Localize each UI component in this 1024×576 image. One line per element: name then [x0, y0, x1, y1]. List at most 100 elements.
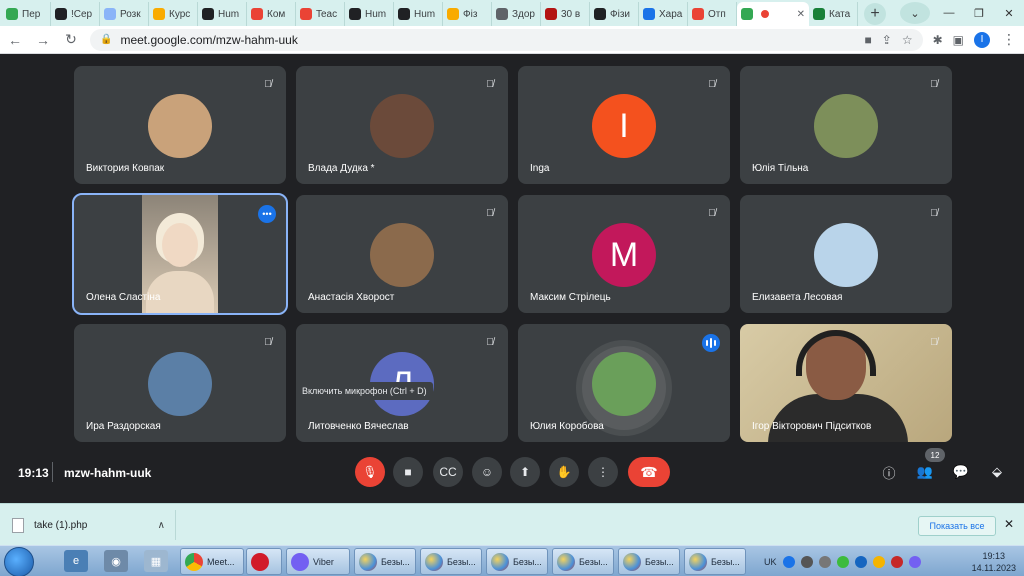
- close-tab-icon[interactable]: ✕: [797, 9, 805, 20]
- browser-tab[interactable]: !Сер: [51, 2, 100, 26]
- start-button[interactable]: [4, 547, 34, 576]
- new-tab-button[interactable]: +: [864, 3, 886, 25]
- browser-tab[interactable]: Курс: [149, 2, 198, 26]
- participant-tile[interactable]: 🎙̸ Ігор Вікторович Підситков: [740, 324, 952, 442]
- tab-label: Teac: [316, 8, 338, 20]
- taskbar-paint-window[interactable]: Безы...: [420, 548, 482, 575]
- participant-name: Юлия Коробова: [530, 421, 604, 432]
- download-item[interactable]: take (1).php ∧: [12, 510, 176, 540]
- tray-viber-icon[interactable]: [908, 555, 921, 568]
- taskbar-paint-window[interactable]: Безы...: [354, 548, 416, 575]
- tab-label: Ката: [829, 8, 851, 20]
- participant-tile[interactable]: ••• Олена Сластіна: [72, 193, 288, 315]
- present-button[interactable]: ⬆: [510, 457, 540, 487]
- close-icon[interactable]: ✕: [1004, 517, 1014, 531]
- browser-tab[interactable]: Здор: [492, 2, 541, 26]
- browser-tab[interactable]: Розк: [100, 2, 149, 26]
- leave-call-button[interactable]: ☎: [628, 457, 670, 487]
- reload-icon[interactable]: ↻: [62, 31, 80, 48]
- browser-tab[interactable]: Teac: [296, 2, 345, 26]
- paint-icon: [425, 552, 443, 571]
- ie-icon[interactable]: e: [64, 550, 88, 572]
- participant-tile[interactable]: I 🎙̸ Inga: [518, 66, 730, 184]
- captions-button[interactable]: CC: [433, 457, 463, 487]
- participant-name: Литовченко Вячеслав: [308, 421, 409, 432]
- taskbar-opera[interactable]: [246, 548, 282, 575]
- participant-name: Виктория Ковпак: [86, 163, 165, 174]
- taskbar-viber-label: Viber: [313, 556, 334, 567]
- raise-hand-button[interactable]: ✋: [549, 457, 579, 487]
- extensions-icon[interactable]: ✱: [933, 33, 943, 47]
- info-icon[interactable]: ⓘ: [880, 463, 898, 481]
- browser-tab[interactable]: Hum: [345, 2, 394, 26]
- browser-tab[interactable]: Ком: [247, 2, 296, 26]
- menu-kebab-icon[interactable]: ⋮: [1000, 31, 1018, 48]
- minimize-icon[interactable]: —: [934, 7, 964, 19]
- favicon-icon: [251, 8, 263, 20]
- participant-tile[interactable]: 🎙̸ Елизавета Лесовая: [740, 195, 952, 313]
- taskbar-paint-window[interactable]: Безы...: [552, 548, 614, 575]
- browser-tab[interactable]: Хара: [639, 2, 688, 26]
- profile-avatar[interactable]: I: [974, 31, 990, 48]
- tray-app-icon[interactable]: [836, 555, 849, 568]
- system-clock[interactable]: 19:13 14.11.2023: [972, 550, 1016, 574]
- camera-button[interactable]: ■: [393, 457, 423, 487]
- browser-tab[interactable]: Фіз: [443, 2, 492, 26]
- browser-tab[interactable]: Hum: [198, 2, 247, 26]
- volume-icon[interactable]: [818, 555, 831, 568]
- mic-off-button[interactable]: 🎙: [355, 457, 385, 487]
- favicon-icon: [447, 8, 459, 20]
- restore-icon[interactable]: ❐: [964, 7, 994, 20]
- more-options-button[interactable]: ⋮: [588, 457, 618, 487]
- participant-tile[interactable]: 🎙̸ Виктория Ковпак: [74, 66, 286, 184]
- participant-name: Юлія Тільна: [752, 163, 809, 174]
- url-input[interactable]: 🔒 meet.google.com/mzw-hahm-uuk ■ ⇪ ☆: [90, 28, 923, 51]
- taskbar-chrome-meet[interactable]: Meet...: [180, 548, 244, 575]
- tab-label: !Сер: [71, 8, 93, 20]
- emoji-button[interactable]: ☺: [472, 457, 502, 487]
- language-indicator[interactable]: UK: [764, 557, 777, 567]
- side-panel-icon[interactable]: ▣: [953, 33, 964, 47]
- chat-icon[interactable]: 💬: [952, 463, 970, 481]
- paint-icon: [689, 552, 707, 571]
- browser-tab[interactable]: Ката: [809, 2, 858, 26]
- browser-tab[interactable]: Фізи: [590, 2, 639, 26]
- participant-tile[interactable]: 🎙̸ Влада Дудка *: [296, 66, 508, 184]
- tray-app-icon-4[interactable]: [890, 555, 903, 568]
- tab-label: Здор: [512, 8, 535, 20]
- participant-tile[interactable]: 🎙̸ Анастасія Хворост: [296, 195, 508, 313]
- participant-tile[interactable]: M 🎙̸ Максим Стрілець: [518, 195, 730, 313]
- taskbar-paint-window[interactable]: Безы...: [618, 548, 680, 575]
- more-options-icon[interactable]: •••: [258, 205, 276, 223]
- lock-icon[interactable]: 🔒: [100, 34, 112, 45]
- browser-tab[interactable]: Пер: [2, 2, 51, 26]
- tray-app-icon-2[interactable]: [854, 555, 867, 568]
- chevron-up-icon[interactable]: ∧: [158, 520, 165, 531]
- taskbar-paint-window[interactable]: Безы...: [684, 548, 746, 575]
- tray-app-icon-3[interactable]: [872, 555, 885, 568]
- clock-time: 19:13: [982, 550, 1006, 561]
- people-icon[interactable]: 👥: [916, 463, 934, 481]
- calculator-icon[interactable]: ▦: [144, 550, 168, 572]
- participant-tile[interactable]: 🎙̸ Юлія Тільна: [740, 66, 952, 184]
- forward-icon[interactable]: →: [34, 32, 52, 48]
- share-icon[interactable]: ⇪: [882, 33, 892, 47]
- tab-search-icon[interactable]: ⌄: [900, 2, 930, 24]
- participant-tile[interactable]: Юлия Коробова: [518, 324, 730, 442]
- participant-tile[interactable]: 🎙̸ Ира Раздорская: [74, 324, 286, 442]
- taskbar-viber[interactable]: Viber: [286, 548, 350, 575]
- browser-tab[interactable]: Hum: [394, 2, 443, 26]
- close-window-icon[interactable]: ✕: [994, 7, 1024, 20]
- browser-tab[interactable]: ✕: [737, 2, 809, 26]
- show-all-button[interactable]: Показать все: [918, 516, 996, 536]
- taskbar-paint-window[interactable]: Безы...: [486, 548, 548, 575]
- help-icon[interactable]: [782, 555, 795, 568]
- activities-icon[interactable]: ⬙: [988, 463, 1006, 481]
- camera-icon[interactable]: ■: [865, 33, 872, 47]
- media-icon[interactable]: ◉: [104, 550, 128, 572]
- bookmark-star-icon[interactable]: ☆: [902, 33, 913, 47]
- back-icon[interactable]: ←: [6, 32, 24, 48]
- browser-tab[interactable]: Отп: [688, 2, 737, 26]
- network-icon[interactable]: [800, 555, 813, 568]
- browser-tab[interactable]: 30 в: [541, 2, 590, 26]
